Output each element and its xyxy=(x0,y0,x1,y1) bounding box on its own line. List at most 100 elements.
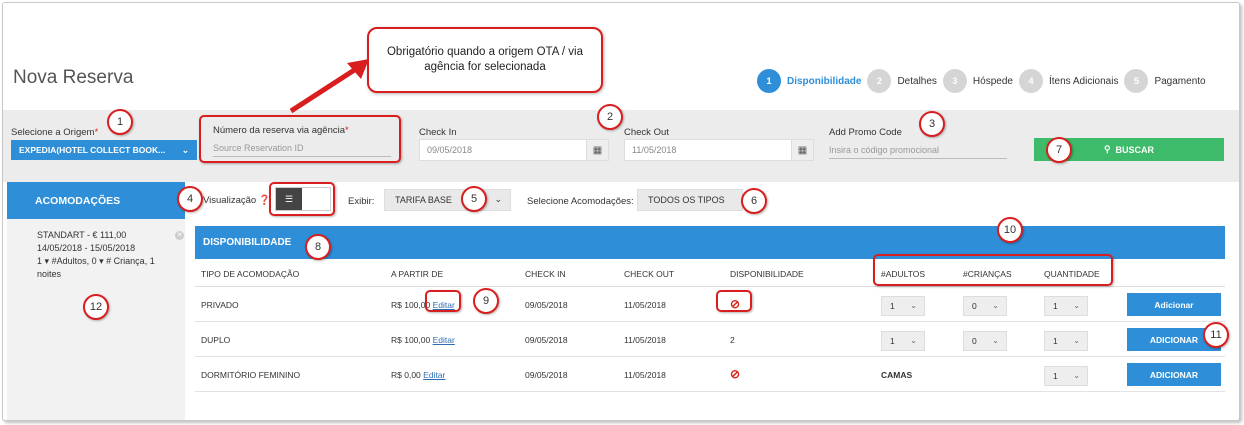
origem-select[interactable]: EXPEDIA(HOTEL COLLECT BOOK... ⌄ xyxy=(11,140,197,160)
table-row: PRIVADO R$ 100,00 Editar 09/05/2018 11/0… xyxy=(195,287,1225,322)
adultos-select[interactable]: 1 ⌄ xyxy=(881,296,925,316)
checkout-value: 11/05/2018 xyxy=(632,145,677,155)
nights-count: 1 xyxy=(149,256,155,266)
chevron-down-icon: ⌄ xyxy=(992,336,999,345)
annotation-3: 3 xyxy=(919,111,945,137)
children-label: # Criança, xyxy=(106,256,148,266)
column-header: DISPONIBILIDADE xyxy=(730,269,804,279)
highlight-unavailable xyxy=(716,290,752,312)
chevron-down-icon: ⌄ xyxy=(992,301,999,310)
exibir-select[interactable]: TARIFA BASE ⌄ xyxy=(384,189,511,211)
children-select[interactable]: 0 ▾ xyxy=(92,256,104,266)
wizard-steps: 1 Disponibilidade 2 Detalhes 3 Hóspede 4 Íte… xyxy=(757,69,1212,93)
chevron-down-icon: ⌄ xyxy=(910,301,917,310)
step-detalhes[interactable]: 2 Detalhes xyxy=(867,69,937,93)
acomodacoes-header: ACOMODAÇÕES xyxy=(7,182,185,219)
adults-select[interactable]: 1 ▾ xyxy=(37,256,49,266)
checkin-cell: 09/05/2018 xyxy=(525,370,568,380)
page-title: Nova Reserva xyxy=(13,67,134,88)
checkin-label: Check In xyxy=(419,127,457,138)
checkout-field[interactable]: 11/05/2018 ▦ xyxy=(624,139,814,161)
children-count: 0 xyxy=(91,256,97,266)
annotation-6: 6 xyxy=(741,188,767,214)
search-icon: ⚲ xyxy=(1103,144,1111,154)
step-pagamento[interactable]: 5 Pagamento xyxy=(1124,69,1206,93)
chevron-down-icon: ⌄ xyxy=(1073,371,1080,380)
table-row: DORMITÓRIO FEMININO R$ 0,00 Editar 09/05… xyxy=(195,357,1225,392)
quantidade-select[interactable]: 1 ⌄ xyxy=(1044,296,1088,316)
table-row: DUPLO R$ 100,00 Editar 09/05/2018 11/05/… xyxy=(195,322,1225,357)
chevron-down-icon: ⌄ xyxy=(910,336,917,345)
checkin-value: 09/05/2018 xyxy=(427,145,473,155)
criancas-value: 0 xyxy=(972,336,977,346)
chevron-down-icon: ⌄ xyxy=(494,194,502,204)
adicionar-button[interactable]: Adicionar xyxy=(1127,293,1221,316)
checkin-field[interactable]: 09/05/2018 ▦ xyxy=(419,139,609,161)
step-label: Hóspede xyxy=(972,75,1013,87)
chevron-down-icon: ⌄ xyxy=(1073,336,1080,345)
buscar-label: BUSCAR xyxy=(1115,144,1155,155)
column-header: CHECK OUT xyxy=(624,269,675,279)
annotation-5: 5 xyxy=(461,186,487,212)
nights-label: noites xyxy=(37,269,62,279)
quantidade-value: 1 xyxy=(1053,371,1058,381)
exibir-label: Exibir: xyxy=(348,196,375,207)
quantidade-value: 1 xyxy=(1053,336,1058,346)
step-label: Pagamento xyxy=(1154,75,1206,87)
origem-label: Selecione a Origem* xyxy=(11,127,98,138)
highlight-reserva xyxy=(199,115,401,163)
calendar-icon[interactable]: ▦ xyxy=(791,140,813,160)
annotation-2: 2 xyxy=(597,104,623,130)
promo-input[interactable]: Insira o código promocional xyxy=(829,145,1007,159)
criancas-select[interactable]: 0 ⌄ xyxy=(963,331,1007,351)
annotation-9: 9 xyxy=(473,288,499,314)
visualizacao-label: Visualização ❓ xyxy=(203,195,271,206)
adults-label: #Adultos, xyxy=(51,256,90,266)
highlight-columns xyxy=(873,254,1113,286)
step-disponibilidade[interactable]: 1 Disponibilidade xyxy=(757,69,861,93)
step-hospede[interactable]: 3 Hóspede xyxy=(942,69,1013,93)
adicionar-button[interactable]: ADICIONAR xyxy=(1127,363,1221,386)
preco-cell: R$ 100,00 Editar xyxy=(391,335,455,345)
acomodacoes-filter-label: Selecione Acomodações: xyxy=(527,196,634,207)
preco-value: R$ 100,00 xyxy=(391,335,431,345)
editar-link[interactable]: Editar xyxy=(433,335,455,345)
step-number: 4 xyxy=(1018,69,1043,93)
step-number: 2 xyxy=(867,69,892,93)
tipo-cell: PRIVADO xyxy=(201,300,239,310)
cart-dates: 14/05/2018 - 15/05/2018 xyxy=(37,243,136,253)
checkout-label: Check Out xyxy=(624,127,669,138)
step-number: 5 xyxy=(1124,69,1149,93)
adultos-value: 1 xyxy=(890,336,895,346)
quantidade-select[interactable]: 1 ⌄ xyxy=(1044,366,1088,386)
unavailable-icon: ⊘ xyxy=(730,367,741,381)
checkout-cell: 11/05/2018 xyxy=(624,300,666,310)
editar-link[interactable]: Editar xyxy=(423,370,445,380)
camas-label: CAMAS xyxy=(881,370,913,380)
checkout-cell: 11/05/2018 xyxy=(624,370,666,380)
callout-note: Obrigatório quando a origem OTA / via ag… xyxy=(367,27,603,93)
annotation-8: 8 xyxy=(305,234,331,260)
annotation-11: 11 xyxy=(1203,322,1229,348)
exibir-value: TARIFA BASE xyxy=(395,195,452,205)
step-itens-adicionais[interactable]: 4 Ítens Adicionais xyxy=(1018,69,1119,93)
criancas-select[interactable]: 0 ⌄ xyxy=(963,296,1007,316)
chevron-down-icon: ⌄ xyxy=(1073,301,1080,310)
annotation-7: 7 xyxy=(1046,137,1072,163)
step-label: Detalhes xyxy=(897,75,937,87)
acomodacoes-select[interactable]: TODOS OS TIPOS xyxy=(637,189,743,211)
acomodacoes-value: TODOS OS TIPOS xyxy=(648,195,725,205)
step-label: Ítens Adicionais xyxy=(1048,75,1119,87)
close-icon[interactable]: ✕ xyxy=(175,231,184,240)
origem-value: EXPEDIA(HOTEL COLLECT BOOK... xyxy=(19,145,166,155)
origem-label-text: Selecione a Origem xyxy=(11,127,95,138)
required-mark: * xyxy=(94,127,99,138)
arrow-shaft xyxy=(289,64,361,114)
annotation-12: 12 xyxy=(83,294,109,320)
adultos-select[interactable]: 1 ⌄ xyxy=(881,331,925,351)
step-label: Disponibilidade xyxy=(787,75,862,87)
annotation-4: 4 xyxy=(177,186,203,212)
quantidade-select[interactable]: 1 ⌄ xyxy=(1044,331,1088,351)
calendar-icon[interactable]: ▦ xyxy=(586,140,608,160)
tipo-cell: DORMITÓRIO FEMININO xyxy=(201,370,301,380)
